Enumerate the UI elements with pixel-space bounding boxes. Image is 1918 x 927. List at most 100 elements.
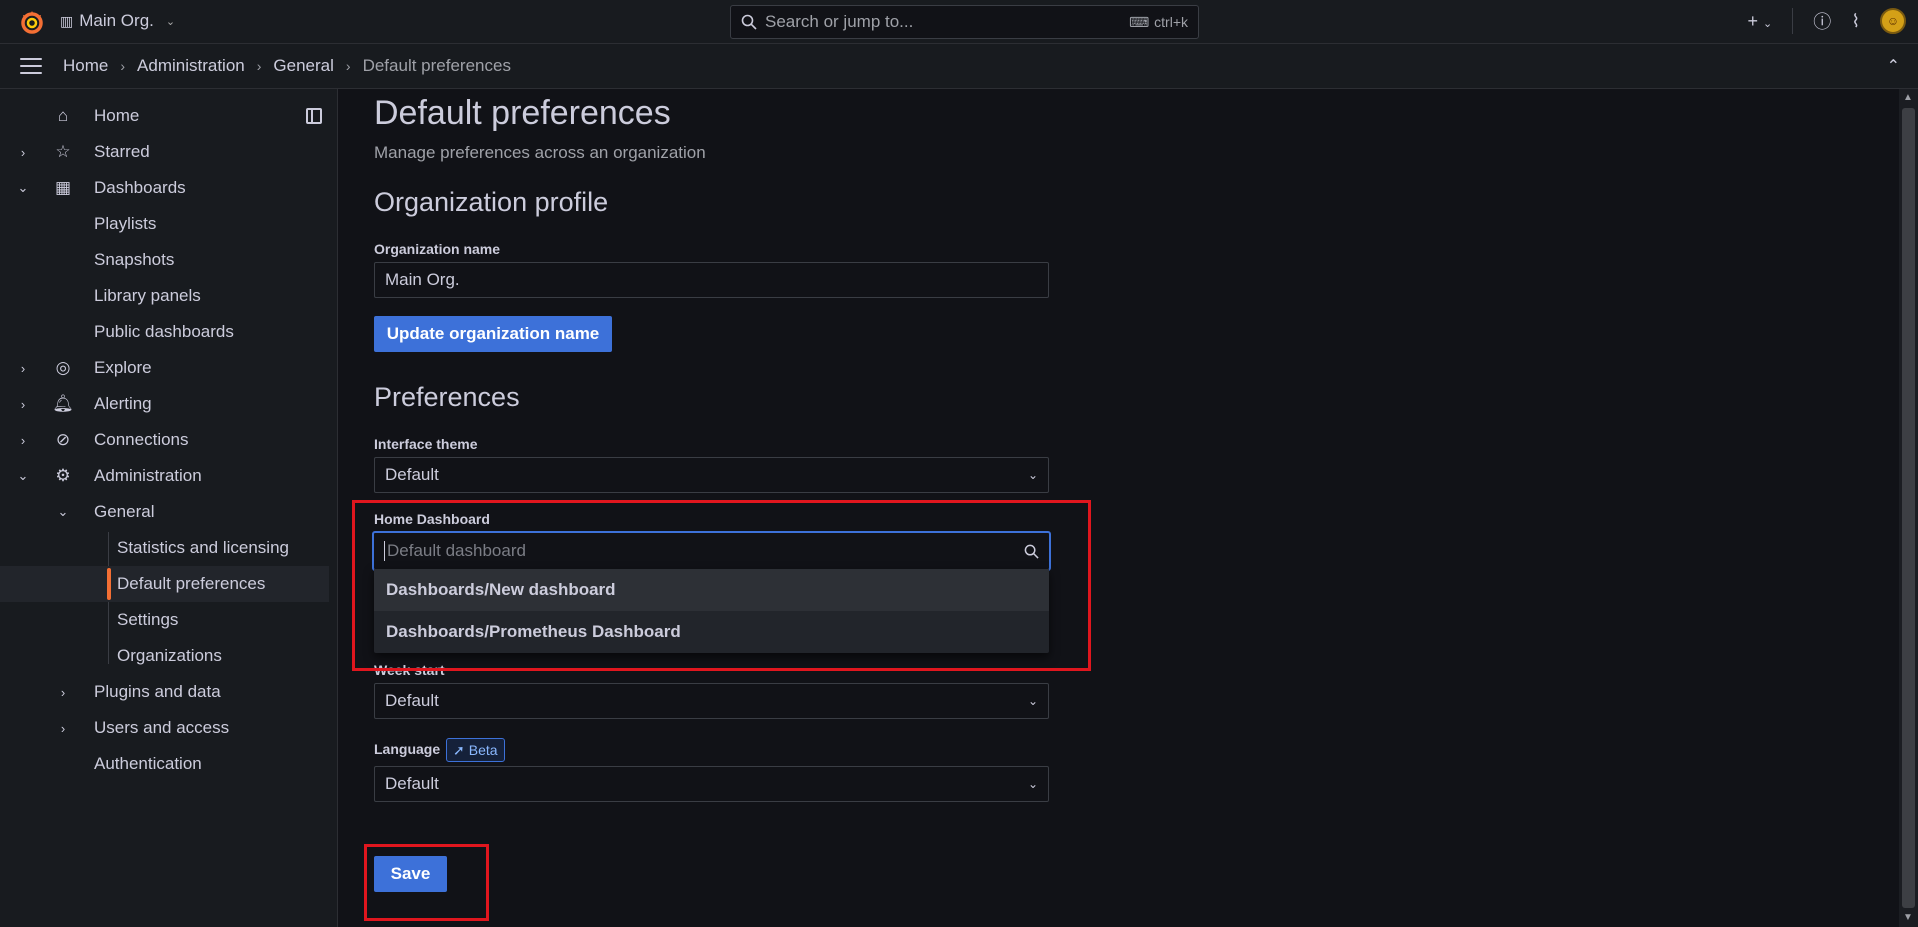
update-org-name-button[interactable]: Update organization name (374, 316, 612, 352)
breadcrumb-general[interactable]: General (273, 56, 333, 76)
scroll-up-arrow-icon[interactable]: ▲ (1903, 92, 1913, 103)
sidebar-item-label: Users and access (94, 718, 230, 737)
sidebar-item-label: Playlists (94, 214, 157, 233)
news-rss-icon[interactable]: ⌇ (1851, 11, 1860, 32)
menu-hamburger-icon[interactable] (20, 58, 42, 79)
sidebar-item-label: Settings (117, 610, 179, 629)
sidebar-item-label: Plugins and data (94, 682, 221, 701)
scrollbar-thumb[interactable] (1902, 108, 1915, 908)
sidebar-item-public-dashboards[interactable]: Public dashboards (0, 314, 329, 350)
beta-badge-text: Beta (468, 742, 498, 758)
shortcut-text: ctrl+k (1154, 14, 1188, 30)
highlight-box-save (364, 844, 489, 921)
sidebar-item-connections[interactable]: › ⊘ Connections (0, 422, 329, 458)
org-name-input[interactable]: Main Org. (374, 262, 1049, 298)
week-start-value: Default (385, 691, 439, 710)
scroll-down-arrow-icon[interactable]: ▼ (1903, 912, 1913, 923)
chevron-down-icon: ⌄ (165, 15, 176, 28)
chevron-down-icon: ⌄ (1027, 694, 1038, 708)
preferences-heading: Preferences (374, 382, 520, 412)
chevron-right-icon: › (120, 58, 126, 74)
sidebar-item-snapshots[interactable]: Snapshots (0, 242, 329, 278)
top-bar: ▥ Main Org. ⌄ Search or jump to... ⌨ ctr… (0, 0, 1918, 44)
sidebar-item-users-and-access[interactable]: › Users and access (0, 710, 329, 746)
star-icon: ☆ (55, 142, 71, 161)
home-icon: ⌂ (57, 106, 69, 125)
chevron-right-icon[interactable]: › (16, 361, 30, 376)
sidebar-item-label: Library panels (94, 286, 201, 305)
interface-theme-label: Interface theme (374, 436, 478, 452)
language-label: Language (374, 741, 441, 757)
interface-theme-select[interactable]: Default ⌄ (374, 457, 1049, 493)
keyboard-icon: ⌨ (1128, 13, 1150, 30)
chevron-right-icon[interactable]: › (56, 685, 70, 700)
chevron-right-icon: › (345, 58, 351, 74)
sidebar-item-general[interactable]: ⌄ General (0, 494, 329, 530)
sidebar-item-label: Dashboards (94, 178, 186, 197)
sidebar-item-label: Administration (94, 466, 202, 485)
sidebar-item-label: Public dashboards (94, 322, 234, 341)
sidebar-item-organizations[interactable]: Organizations (0, 638, 329, 674)
help-icon[interactable]: ⓘ (1813, 8, 1831, 34)
sidebar-item-library-panels[interactable]: Library panels (0, 278, 329, 314)
sidebar-item-label: Statistics and licensing (117, 538, 289, 557)
chevron-right-icon[interactable]: › (56, 721, 70, 736)
sidebar-item-dashboards[interactable]: ⌄ ▦ Dashboards (0, 170, 329, 206)
sidebar-item-alerting[interactable]: › 🔔︎ Alerting (0, 386, 329, 422)
language-value: Default (385, 774, 439, 793)
apps-grid-icon: ▦ (54, 178, 72, 197)
cog-icon: ⚙ (55, 466, 71, 485)
sidebar-item-label: Home (94, 106, 140, 125)
sidebar-item-label: Connections (94, 430, 189, 449)
sidebar-item-label: Default preferences (117, 574, 266, 593)
sidebar-item-explore[interactable]: › ◎ Explore (0, 350, 329, 386)
page-subtitle: Manage preferences across an organizatio… (374, 143, 706, 162)
chevron-down-icon[interactable]: ⌄ (16, 180, 30, 196)
breadcrumb-administration[interactable]: Administration (137, 56, 245, 76)
sidebar-item-plugins-and-data[interactable]: › Plugins and data (0, 674, 329, 710)
topbar-actions: + ⌄ ⓘ ⌇ ☺ (1747, 8, 1906, 34)
user-avatar[interactable]: ☺ (1880, 8, 1906, 34)
chevron-down-icon[interactable]: ⌄ (16, 468, 30, 484)
highlight-box-home-dashboard (352, 500, 1091, 671)
chevron-up-icon[interactable]: ⌃ (1887, 56, 1900, 76)
interface-theme-value: Default (385, 465, 439, 484)
sidebar-item-label: Snapshots (94, 250, 175, 269)
sidebar-item-administration[interactable]: ⌄ ⚙ Administration (0, 458, 329, 494)
search-icon (741, 14, 757, 30)
sidebar-item-authentication[interactable]: Authentication (0, 746, 329, 782)
org-switcher[interactable]: ▥ Main Org. ⌄ (60, 11, 175, 31)
week-start-select[interactable]: Default ⌄ (374, 683, 1049, 719)
chevron-right-icon[interactable]: › (16, 397, 30, 412)
sidebar-item-playlists[interactable]: Playlists (0, 206, 329, 242)
sidebar-item-label: Starred (94, 142, 150, 161)
search-shortcut: ⌨ ctrl+k (1129, 14, 1188, 31)
divider (1792, 8, 1794, 34)
sidebar-item-label: Authentication (94, 754, 202, 773)
beta-badge: ➚ Beta (446, 738, 505, 762)
language-select[interactable]: Default ⌄ (374, 766, 1049, 802)
chevron-down-icon: ⌄ (1027, 777, 1038, 791)
new-menu-plus-icon[interactable]: + ⌄ (1747, 11, 1772, 32)
breadcrumb-current: Default preferences (362, 56, 511, 75)
sidebar-item-label: General (94, 502, 155, 521)
org-name-label: Organization name (374, 241, 501, 257)
breadcrumb-home[interactable]: Home (63, 56, 108, 76)
breadcrumb: Home › Administration › General › Defaul… (63, 56, 511, 76)
chevron-right-icon[interactable]: › (16, 145, 30, 160)
active-indicator (107, 568, 111, 600)
chevron-down-icon[interactable]: ⌄ (56, 504, 70, 520)
sidebar-item-settings[interactable]: Settings (0, 602, 329, 638)
sidebar-item-default-preferences[interactable]: Default preferences (0, 566, 329, 602)
sidebar-item-starred[interactable]: › ☆ Starred (0, 134, 329, 170)
grafana-logo-icon[interactable] (19, 9, 45, 35)
bell-icon: 🔔︎ (52, 394, 74, 413)
sidebar-item-label: Organizations (117, 646, 222, 665)
sidebar-item-statistics-and-licensing[interactable]: Statistics and licensing (0, 530, 329, 566)
breadcrumb-bar: Home › Administration › General › Defaul… (0, 44, 1918, 89)
chevron-right-icon: › (256, 58, 262, 74)
sidebar-item-home[interactable]: ⌂ Home (0, 98, 329, 134)
chevron-right-icon[interactable]: › (16, 433, 30, 448)
search-bar[interactable]: Search or jump to... ⌨ ctrl+k (730, 5, 1199, 39)
link-icon: ⊘ (55, 430, 71, 449)
